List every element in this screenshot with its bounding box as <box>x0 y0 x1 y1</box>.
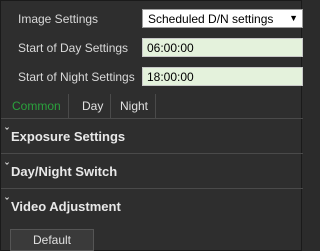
image-settings-select-value: Scheduled D/N settings <box>148 12 274 26</box>
tab-day[interactable]: Day <box>75 94 112 118</box>
image-settings-label: Image Settings <box>18 12 99 26</box>
section-title: Video Adjustment <box>11 199 121 214</box>
start-of-day-label: Start of Day Settings <box>18 41 129 55</box>
image-settings-select[interactable]: Scheduled D/N settings ▼ <box>142 9 303 28</box>
default-button[interactable]: Default <box>10 229 94 251</box>
tab-bar: Common Day Night <box>1 91 303 119</box>
dropdown-arrow-icon[interactable]: ▼ <box>289 13 298 23</box>
start-of-night-row: Start of Night Settings <box>1 65 303 89</box>
start-of-night-input[interactable] <box>142 67 303 86</box>
image-settings-row: Image Settings Scheduled D/N settings ▼ <box>1 7 303 31</box>
start-of-day-input[interactable] <box>142 38 303 57</box>
section-title: Exposure Settings <box>11 129 126 144</box>
start-of-day-row: Start of Day Settings <box>1 36 303 60</box>
chevron-down-icon: ˇ <box>5 197 9 209</box>
tab-night[interactable]: Night <box>113 94 157 118</box>
section-exposure-settings[interactable]: ˇ Exposure Settings <box>1 119 303 154</box>
section-title: Day/Night Switch <box>11 164 118 179</box>
image-settings-panel: Image Settings Scheduled D/N settings ▼ … <box>0 0 303 251</box>
section-day-night-switch[interactable]: ˇ Day/Night Switch <box>1 154 303 189</box>
section-video-adjustment[interactable]: ˇ Video Adjustment <box>1 189 303 224</box>
tab-common[interactable]: Common <box>5 94 69 118</box>
chevron-down-icon: ˇ <box>5 162 9 174</box>
chevron-down-icon: ˇ <box>5 127 9 139</box>
start-of-night-label: Start of Night Settings <box>18 70 135 84</box>
